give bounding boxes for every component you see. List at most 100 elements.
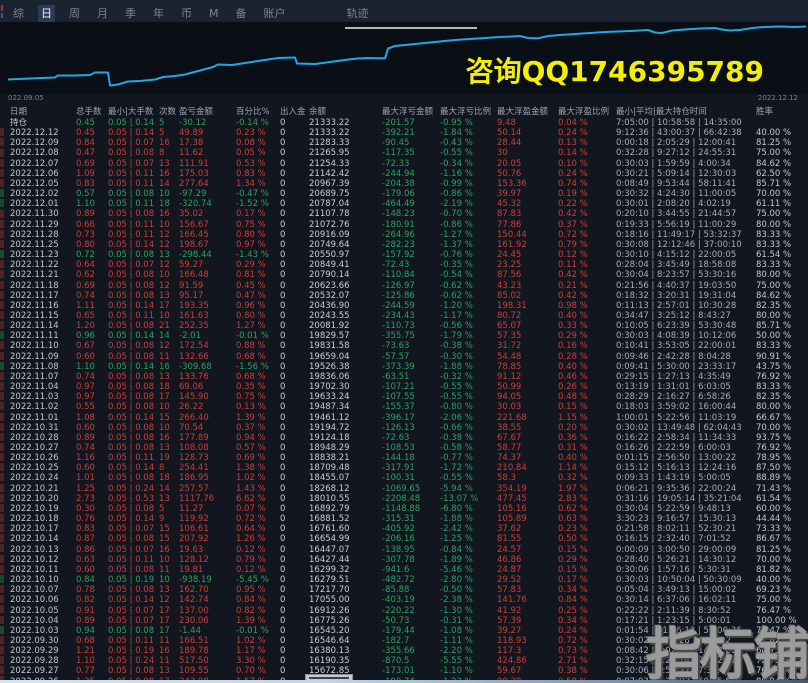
table-row[interactable]: 2022.10.310.600.05 | 0.081070.540.37 %01… — [8, 423, 808, 433]
table-row[interactable]: 2022.10.190.300.05 | 0.08511.270.07 %016… — [8, 504, 808, 514]
cell: 252.35 — [177, 321, 234, 331]
cell: 19.63 — [177, 545, 234, 555]
cell: 16299.32 — [307, 565, 380, 575]
menu-item-5[interactable]: 季 — [122, 5, 139, 22]
cell: -403.19 — [380, 595, 438, 605]
table-row[interactable]: 2022.10.270.740.05 | 0.0813108.080.57 %0… — [8, 443, 808, 453]
table-row[interactable]: 2022.11.250.800.05 | 0.1412198.670.97 %0… — [8, 240, 808, 250]
table-row[interactable]: 2022.12.080.470.05 | 0.08811.620.05 %021… — [8, 148, 808, 158]
table-row[interactable]: 2022.10.241.010.05 | 0.0818186.951.02 %0… — [8, 473, 808, 483]
cell: 10 — [157, 220, 177, 230]
table-row[interactable]: 2022.10.110.600.05 | 0.081119.810.12 %01… — [8, 565, 808, 575]
table-row[interactable]: 2022.12.020.570.05 | 0.0810-97.29-0.47 %… — [8, 189, 808, 199]
table-row[interactable]: 2022.11.150.650.05 | 0.1110161.630.80 %0… — [8, 311, 808, 321]
table-row[interactable]: 2022.10.140.870.05 | 0.0815207.921.26 %0… — [8, 534, 808, 544]
cell: 2022.10.13 — [8, 545, 74, 555]
table-row[interactable]: 2022.10.170.830.05 | 0.0715106.610.64 %0… — [8, 524, 808, 534]
column-header[interactable]: 胜率 — [754, 103, 808, 118]
cell: -5.94 % — [438, 484, 495, 494]
column-header[interactable]: 次数 — [157, 103, 177, 118]
table-row[interactable]: 2022.12.050.830.05 | 0.1114277.641.34 %0… — [8, 179, 808, 189]
column-header[interactable]: 最大浮亏比例 — [438, 103, 495, 118]
table-row[interactable]: 2022.11.081.100.05 | 0.1416-309.68-1.56 … — [8, 362, 808, 372]
cell: 2022.11.07 — [8, 372, 74, 382]
cell: 1.39 % — [234, 616, 278, 626]
cell: 1.16 — [74, 453, 106, 463]
table-row[interactable]: 2022.10.202.730.05 | 0.53131117.766.62 %… — [8, 494, 808, 504]
column-header[interactable]: 出入金 — [278, 103, 307, 118]
cell: 186.95 — [177, 473, 234, 483]
table-row[interactable]: 2022.11.280.730.05 | 0.1112166.450.80 %0… — [8, 230, 808, 240]
column-header[interactable]: 最大浮盈比例 — [556, 103, 614, 118]
cell: 15 — [157, 534, 177, 544]
table-row[interactable]: 2022.11.110.960.05 | 0.1414-2.01-0.01 %0… — [8, 331, 808, 341]
menu-item-9[interactable]: 备 — [233, 5, 250, 22]
table-row[interactable]: 2022.11.290.660.05 | 0.1110156.670.75 %0… — [8, 220, 808, 230]
cell: 0 — [278, 189, 307, 199]
table-row[interactable]: 2022.12.070.690.05 | 0.0713111.910.53 %0… — [8, 159, 808, 169]
table-row[interactable]: 2022.10.180.760.05 | 0.149119.920.72 %01… — [8, 514, 808, 524]
table-row[interactable]: 2022.11.180.690.05 | 0.081291.590.45 %02… — [8, 281, 808, 291]
column-header[interactable]: 日期 — [8, 103, 74, 118]
table-row[interactable]: 2022.11.220.640.05 | 0.071259.270.29 %02… — [8, 260, 808, 270]
menu-item-6[interactable]: 年 — [150, 5, 167, 22]
table-row[interactable]: 2022.10.250.600.05 | 0.148254.411.38 %01… — [8, 463, 808, 473]
table-row[interactable]: 2022.11.141.200.05 | 0.0821252.351.27 %0… — [8, 321, 808, 331]
table-row[interactable]: 2022.11.161.110.05 | 0.1417193.350.96 %0… — [8, 301, 808, 311]
menu-item-2[interactable]: 日 — [38, 5, 55, 22]
table-row[interactable]: 2022.11.030.970.05 | 0.0817145.900.75 %0… — [8, 392, 808, 402]
table-row[interactable]: 2022.11.011.080.05 | 0.1415266.401.39 %0… — [8, 413, 808, 423]
menu-item-10[interactable]: 账户 — [261, 5, 289, 22]
table-row[interactable]: 2022.10.280.890.05 | 0.0816177.890.94 %0… — [8, 433, 808, 443]
table-row[interactable]: 2022.10.060.820.05 | 0.1412142.740.84 %0… — [8, 595, 808, 605]
menu-item-4[interactable]: 月 — [94, 5, 111, 22]
menu-item-3[interactable]: 周 — [66, 5, 83, 22]
table-row[interactable]: 2022.10.070.780.05 | 0.0813162.700.95 %0… — [8, 585, 808, 595]
table-row[interactable]: 2022.11.100.670.05 | 0.0812172.540.88 %0… — [8, 341, 808, 351]
cell: 0:21:58 | 8:02:11 | 52:30:21 — [614, 524, 754, 534]
menu-item-1[interactable]: 综 — [10, 5, 27, 22]
cell: -244.59 — [380, 301, 438, 311]
cell: 0:21:56 | 4:40:37 | 19:03:50 — [614, 281, 754, 291]
column-header[interactable]: 百分比% — [234, 103, 278, 118]
column-header[interactable]: 总手数 — [74, 103, 106, 118]
column-header[interactable]: 盈亏金额 — [177, 103, 234, 118]
column-header[interactable]: 最大浮亏金额 — [380, 103, 438, 118]
table-row[interactable]: 2022.11.090.600.05 | 0.0811132.660.68 %0… — [8, 352, 808, 362]
cell: 66.67 % — [754, 413, 808, 423]
table-row[interactable]: 2022.12.090.840.05 | 0.071617.380.08 %02… — [8, 138, 808, 148]
table-row[interactable]: 2022.10.211.250.05 | 0.2414257.571.43 %0… — [8, 484, 808, 494]
column-header[interactable]: 最小|大手数 — [106, 103, 157, 118]
table-row[interactable]: 2022.10.130.860.05 | 0.071619.630.12 %01… — [8, 545, 808, 555]
cell: 58.77 — [495, 443, 556, 453]
cell: -0.32 % — [438, 372, 495, 382]
cell: 1.02 % — [234, 636, 278, 646]
column-header[interactable]: 最大浮盈金额 — [495, 103, 556, 118]
cell: 20532.07 — [307, 291, 380, 301]
table-row[interactable]: 2022.11.040.970.05 | 0.081869.060.35 %01… — [8, 382, 808, 392]
position-row[interactable]: 持仓0.450.05 | 0.145-30.12-0.14 %021333.22… — [8, 118, 808, 128]
menu-item-8[interactable]: M — [206, 5, 222, 22]
cell: 166.48 — [177, 270, 234, 280]
table-row[interactable]: 2022.12.011.100.05 | 0.1118-320.74-1.52 … — [8, 199, 808, 209]
cell: 7:05:00 | 10:58:58 | 14:35:00 — [614, 118, 754, 128]
cell: 0.73 % — [556, 646, 614, 656]
table-row[interactable]: 2022.12.061.090.05 | 0.1116175.030.83 %0… — [8, 169, 808, 179]
cell: 10 — [157, 311, 177, 321]
table-row[interactable]: 2022.11.230.720.05 | 0.0813-298.44-1.43 … — [8, 250, 808, 260]
table-row[interactable]: 2022.11.210.620.05 | 0.0810166.480.81 %0… — [8, 270, 808, 280]
table-row[interactable]: 2022.12.120.450.05 | 0.14549.890.23 %021… — [8, 128, 808, 138]
table-row[interactable]: 2022.11.300.890.05 | 0.081635.020.17 %02… — [8, 209, 808, 219]
menu-item-7[interactable]: 币 — [178, 5, 195, 22]
column-header[interactable]: 最小|平均|最大持仓时间 — [614, 103, 754, 118]
table-row[interactable]: 2022.10.100.840.05 | 0.1910-938.19-5.45 … — [8, 575, 808, 585]
table-row[interactable]: 2022.11.170.740.05 | 0.081395.170.47 %02… — [8, 291, 808, 301]
table-row[interactable]: 2022.10.261.160.05 | 0.1119128.730.69 %0… — [8, 453, 808, 463]
cell: -0.55 % — [438, 392, 495, 402]
table-row[interactable]: 2022.10.120.630.05 | 0.1110128.120.79 %0… — [8, 555, 808, 565]
menu-item-11[interactable]: 轨迹 — [344, 5, 372, 22]
table-row[interactable]: 2022.11.020.550.05 | 0.081026.220.13 %01… — [8, 402, 808, 412]
cell: 18 — [157, 473, 177, 483]
table-row[interactable]: 2022.11.070.740.05 | 0.0813133.760.68 %0… — [8, 372, 808, 382]
column-header[interactable]: 余额 — [307, 103, 380, 118]
